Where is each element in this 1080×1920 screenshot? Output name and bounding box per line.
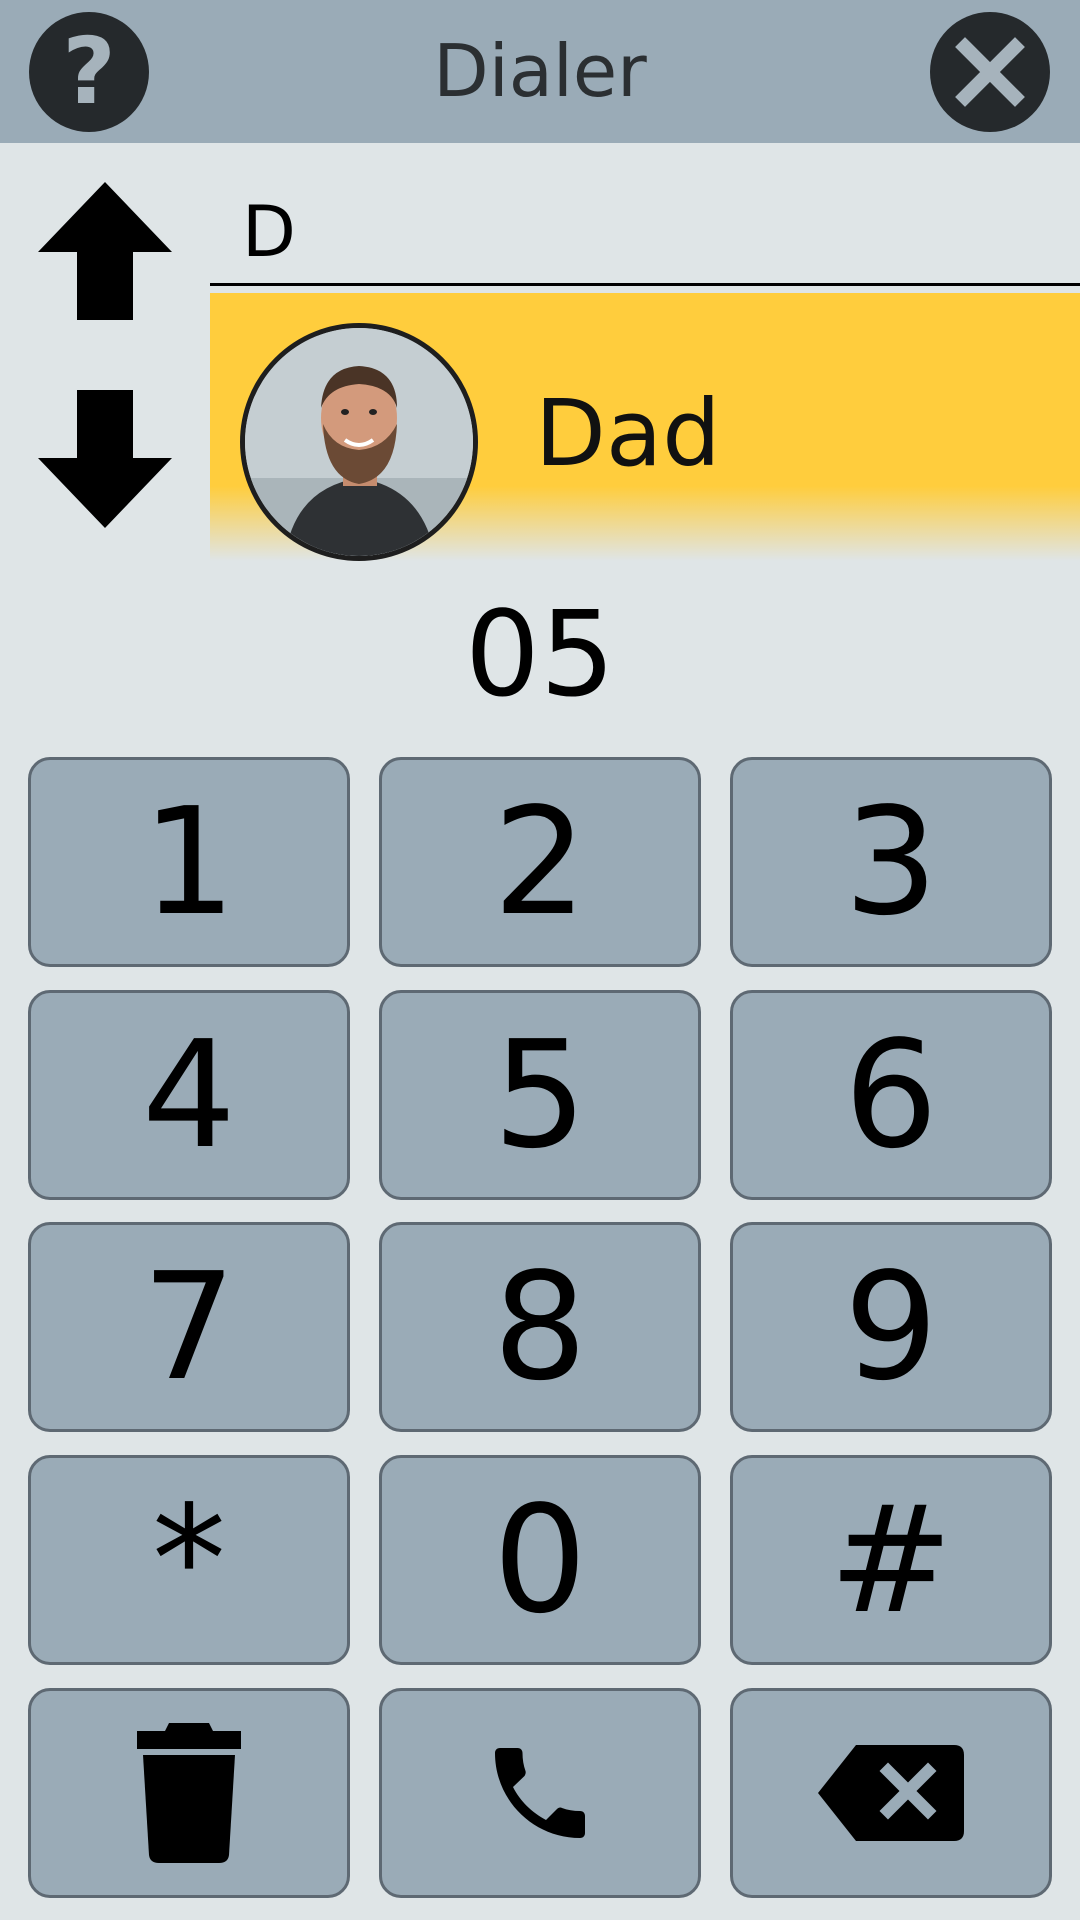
header-bar: Dialer ? <box>0 0 1080 143</box>
key-hash[interactable]: # <box>730 1455 1052 1665</box>
phone-icon <box>495 1748 585 1838</box>
key-7[interactable]: 7 <box>28 1222 350 1432</box>
clear-button[interactable] <box>28 1688 350 1898</box>
search-input-value: D <box>242 191 296 273</box>
page-title: Dialer <box>433 29 647 113</box>
key-4[interactable]: 4 <box>28 990 350 1200</box>
key-star[interactable]: * <box>28 1455 350 1665</box>
help-button[interactable]: ? <box>29 12 149 132</box>
scroll-down-button[interactable] <box>36 390 174 530</box>
trash-icon <box>137 1723 241 1863</box>
question-mark-icon: ? <box>62 18 116 125</box>
dialed-number: 05 <box>464 585 616 723</box>
key-0[interactable]: 0 <box>379 1455 701 1665</box>
key-1[interactable]: 1 <box>28 757 350 967</box>
contact-photo <box>245 328 473 556</box>
scroll-up-button[interactable] <box>36 180 174 320</box>
backspace-icon <box>818 1745 964 1841</box>
avatar <box>240 323 478 561</box>
key-2[interactable]: 2 <box>379 757 701 967</box>
key-5[interactable]: 5 <box>379 990 701 1200</box>
key-3[interactable]: 3 <box>730 757 1052 967</box>
arrow-down-icon <box>38 390 172 528</box>
backspace-button[interactable] <box>730 1688 1052 1898</box>
arrow-up-icon <box>38 182 172 320</box>
contact-name: Dad <box>535 380 721 487</box>
call-button[interactable] <box>379 1688 701 1898</box>
close-x-icon <box>955 37 1025 107</box>
search-input[interactable]: D <box>210 180 1080 286</box>
key-9[interactable]: 9 <box>730 1222 1052 1432</box>
contact-result-dad[interactable]: Dad <box>210 293 1080 561</box>
key-8[interactable]: 8 <box>379 1222 701 1432</box>
key-6[interactable]: 6 <box>730 990 1052 1200</box>
close-button[interactable] <box>930 12 1050 132</box>
